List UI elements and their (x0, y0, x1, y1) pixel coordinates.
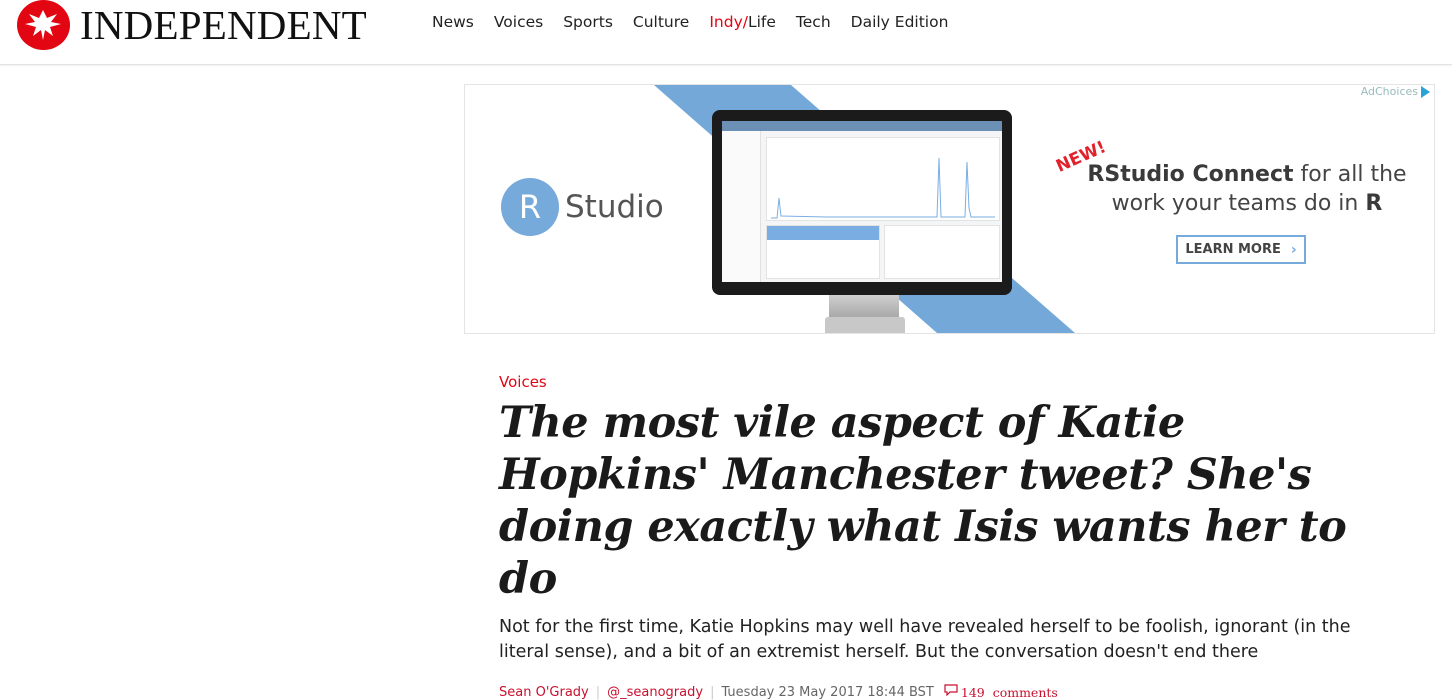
rstudio-logo: R Studio (501, 178, 664, 236)
comment-count: 149 (960, 684, 985, 700)
comment-bubble-icon[interactable] (944, 684, 958, 700)
nav-item-indy-label: Indy/ (709, 13, 748, 31)
nav-item-daily-edition[interactable]: Daily Edition (851, 13, 949, 31)
eagle-logo-icon (17, 0, 70, 50)
advertisement-banner[interactable]: AdChoices R Studio NEW! RStudio Connect … (464, 84, 1435, 334)
monitor-stand (829, 295, 899, 317)
monitor-illustration (712, 110, 1012, 295)
adchoices-link[interactable]: AdChoices (1361, 85, 1430, 98)
nav-item-life-label: Life (747, 13, 776, 31)
site-logo-text: INDEPENDENT (80, 2, 367, 48)
nav-item-voices[interactable]: Voices (494, 13, 543, 31)
monitor-base (825, 317, 905, 333)
article-standfirst: Not for the first time, Katie Hopkins ma… (499, 617, 1351, 662)
article-header: Voices The most vile aspect of Katie Hop… (499, 373, 1399, 700)
adchoices-icon (1421, 85, 1430, 98)
author-link[interactable]: Sean O'Grady (499, 685, 589, 700)
adchoices-label: AdChoices (1360, 85, 1418, 98)
publish-date: Tuesday 23 May 2017 18:44 BST (721, 684, 934, 700)
nav-item-news[interactable]: News (432, 13, 474, 31)
byline-divider: | (595, 684, 601, 700)
chevron-right-icon: › (1290, 241, 1297, 258)
comments-link[interactable]: 149 comments (961, 685, 1058, 700)
site-logo[interactable]: INDEPENDENT (17, 0, 367, 50)
learn-more-button[interactable]: LEARN MORE › (1176, 235, 1306, 264)
main-nav: News Voices Sports Culture Indy/Life Tec… (432, 13, 968, 31)
byline-divider: | (710, 684, 715, 700)
rstudio-r-icon: R (501, 178, 559, 236)
dashboard-screenshot (722, 121, 1002, 282)
learn-more-label: LEARN MORE (1185, 242, 1281, 257)
ad-headline-r: R (1365, 191, 1383, 216)
comments-label: comments (992, 684, 1058, 700)
nav-item-culture[interactable]: Culture (633, 13, 689, 31)
nav-item-indy-life[interactable]: Indy/Life (709, 13, 776, 31)
section-link[interactable]: Voices (499, 373, 1399, 391)
ad-headline: RStudio Connect for all the work your te… (1087, 160, 1407, 218)
rstudio-wordmark: Studio (565, 189, 664, 225)
nav-item-sports[interactable]: Sports (563, 13, 613, 31)
article-byline: Sean O'Grady | @_seanogrady | Tuesday 23… (499, 684, 1399, 700)
ad-headline-product: RStudio Connect (1087, 162, 1294, 187)
site-header: INDEPENDENT News Voices Sports Culture I… (0, 0, 1452, 65)
nav-item-tech[interactable]: Tech (796, 13, 831, 31)
article-headline: The most vile aspect of Katie Hopkins' M… (499, 398, 1347, 604)
twitter-handle-link[interactable]: @_seanogrady (607, 685, 703, 700)
